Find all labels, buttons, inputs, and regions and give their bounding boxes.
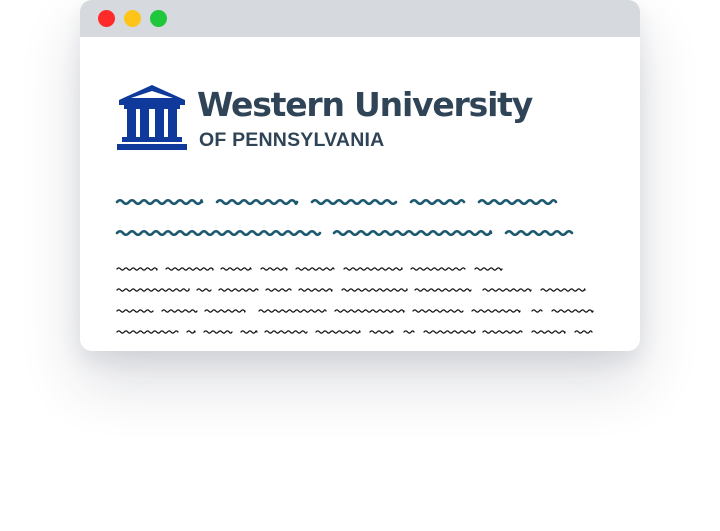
body-scribble-word — [196, 288, 212, 292]
body-scribble-word — [482, 330, 523, 334]
body-scribble-word — [410, 267, 466, 271]
body-scribble-word — [264, 330, 308, 334]
body-scribble-lines — [116, 267, 594, 334]
body-scribble-word — [116, 288, 190, 292]
placeholder-text-scribbles — [115, 198, 594, 334]
body-scribble-word — [265, 288, 292, 292]
body-scribble-word — [165, 267, 214, 271]
body-scribble-word — [116, 267, 158, 271]
body-scribble-word — [315, 330, 361, 334]
body-scribble-word — [240, 330, 258, 334]
heading-scribble-word — [477, 198, 558, 206]
body-scribble-word — [298, 288, 333, 292]
body-scribble-word — [204, 309, 246, 313]
body-scribble-word — [218, 288, 259, 292]
body-scribble-word — [414, 288, 472, 292]
body-scribble-word — [220, 267, 252, 271]
body-scribble-word — [540, 288, 586, 292]
body-scribble-word — [574, 330, 593, 334]
heading-scribble-word — [504, 229, 574, 237]
heading-scribble-word — [215, 198, 299, 206]
heading-scribble-word — [332, 229, 493, 237]
heading-scribble-word — [310, 198, 398, 206]
body-scribble-word — [161, 309, 198, 313]
body-scribble-word — [116, 309, 154, 313]
body-scribble-word — [551, 309, 594, 313]
body-scribble-word — [531, 330, 566, 334]
body-scribble-word — [403, 330, 415, 334]
body-scribble-word — [482, 288, 532, 292]
body-scribble-word — [260, 267, 288, 271]
body-scribble-word — [203, 330, 233, 334]
body-scribble-word — [412, 309, 464, 313]
heading-scribble-word — [115, 229, 322, 237]
body-scribble-word — [369, 330, 394, 334]
body-scribble-word — [116, 330, 179, 334]
body-scribble-word — [295, 267, 335, 271]
body-scribble-word — [186, 330, 196, 334]
body-scribble-word — [531, 309, 543, 313]
body-scribble-word — [474, 267, 503, 271]
body-scribble-word — [258, 309, 327, 313]
body-scribble-word — [343, 267, 403, 271]
heading-scribble-word — [409, 198, 466, 206]
body-scribble-word — [334, 309, 405, 313]
body-scribble-word — [423, 330, 476, 334]
heading-scribble-word — [115, 198, 204, 206]
body-scribble-word — [341, 288, 408, 292]
browser-window: Western University OF PENNSYLVANIA — [80, 0, 640, 351]
heading-scribble-lines — [115, 198, 574, 237]
body-scribble-word — [471, 309, 521, 313]
